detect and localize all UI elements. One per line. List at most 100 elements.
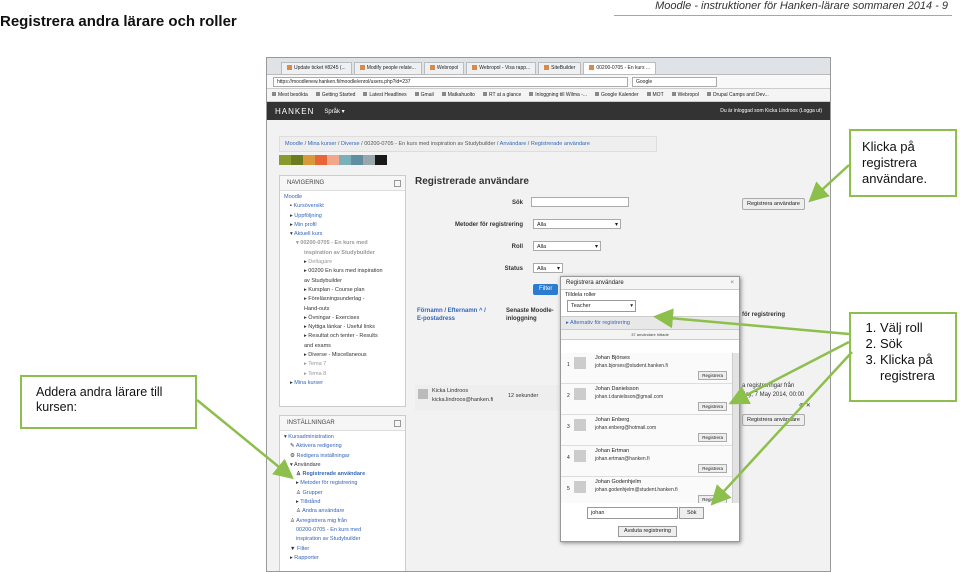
- browser-tab[interactable]: Update ticket #8245 (...: [281, 62, 352, 74]
- settings-item[interactable]: ♙ Grupper: [284, 489, 401, 498]
- minimize-icon[interactable]: [394, 180, 401, 187]
- bookmark[interactable]: Gmail: [415, 92, 434, 98]
- settings-item[interactable]: ▼ Filter: [284, 545, 401, 554]
- browser-search-input[interactable]: Google: [632, 76, 717, 87]
- bookmark[interactable]: Matkahuolto: [442, 92, 475, 98]
- bookmark[interactable]: Webropol: [672, 92, 699, 98]
- enrol-method-select[interactable]: Alla: [533, 219, 621, 230]
- settings-item[interactable]: ♙ Avregistrera mig från: [284, 517, 401, 526]
- role-select[interactable]: Alla: [533, 241, 601, 252]
- settings-item[interactable]: ✎ Aktivera redigering: [284, 442, 401, 451]
- nav-item[interactable]: ▪ Kursöversikt: [284, 202, 401, 211]
- settings-item[interactable]: ▸ Rapporter: [284, 554, 401, 563]
- settings-item[interactable]: ▾ Kursadministration: [284, 433, 401, 442]
- bookmark[interactable]: Drupal Camps and Dev...: [707, 92, 769, 98]
- enrolment-options-toggle[interactable]: ▸ Alternativ för registrering: [561, 316, 739, 330]
- close-icon[interactable]: ×: [730, 277, 734, 289]
- registrera-button[interactable]: Registrera: [698, 402, 727, 411]
- column-header-name[interactable]: Förnamn / Efternamn ^ / E-postadress: [417, 307, 486, 323]
- browser-tab[interactable]: SiteBuilder: [538, 62, 582, 74]
- dialog-search-button[interactable]: Sök: [679, 507, 705, 519]
- nav-item[interactable]: ▸ Tema 7: [284, 360, 401, 369]
- nav-item[interactable]: ▾ Aktuell kurs: [284, 230, 401, 239]
- registrera-button[interactable]: Registrera: [698, 433, 727, 442]
- breadcrumb-item[interactable]: Diverse: [341, 141, 360, 147]
- breadcrumb-item[interactable]: Användare: [500, 141, 527, 147]
- settings-item[interactable]: ♙ Andra användare: [284, 507, 401, 516]
- settings-item[interactable]: ⚙ Redigera inställningar: [284, 452, 401, 461]
- browser-tab[interactable]: Webropol - Visa rapp...: [466, 62, 537, 74]
- candidate-name: Johan Björses: [595, 355, 630, 361]
- settings-item-registrerade[interactable]: ♙ Registrerade användare: [284, 470, 401, 479]
- settings-item: inspiration av Studybuilder: [296, 536, 361, 543]
- language-menu[interactable]: Språk ▾: [324, 108, 344, 115]
- color-swatch[interactable]: [327, 155, 339, 165]
- breadcrumb-item[interactable]: 00200-0705 - En kurs med inspiration av …: [364, 141, 495, 147]
- bookmark[interactable]: Inloggning till Wilma -...: [529, 92, 587, 98]
- breadcrumb-item[interactable]: Registrerade användare: [531, 141, 590, 147]
- color-swatch[interactable]: [291, 155, 303, 165]
- settings-item[interactable]: ▾ Användare: [284, 461, 401, 470]
- minimize-icon[interactable]: [394, 420, 401, 427]
- nav-item[interactable]: ▸ Tema 8: [284, 370, 401, 379]
- nav-item[interactable]: ▸ Kursplan - Course plan: [284, 286, 401, 295]
- nav-item[interactable]: ▸ Mina kurser: [284, 379, 401, 388]
- bookmark[interactable]: Google Kalender: [595, 92, 639, 98]
- color-swatch[interactable]: [279, 155, 291, 165]
- login-info[interactable]: Du är inloggad som Kicka Lindroos (Logga…: [720, 108, 822, 114]
- nav-item[interactable]: ▸ Min profil: [284, 221, 401, 230]
- nav-item[interactable]: ▸ Föreläsningsunderlag -: [284, 295, 401, 304]
- scrollbar[interactable]: [732, 353, 739, 503]
- registrera-button[interactable]: Registrera: [698, 464, 727, 473]
- browser-tab-active[interactable]: 00200-0705 - En kurs ...: [583, 62, 657, 74]
- color-swatch[interactable]: [351, 155, 363, 165]
- breadcrumb-item[interactable]: Mina kurser: [308, 141, 337, 147]
- nav-item[interactable]: ▸ 00200 En kurs med inspiration: [284, 267, 401, 276]
- settings-item[interactable]: ▸ Tillstånd: [284, 498, 401, 507]
- nav-item[interactable]: Moodle: [284, 193, 401, 202]
- registrera-button[interactable]: Registrera: [698, 495, 727, 503]
- moodle-navbar: HANKEN Språk ▾ Du är inloggad som Kicka …: [267, 102, 830, 120]
- search-input[interactable]: [531, 197, 629, 207]
- breadcrumb: Moodle / Mina kurser / Diverse / 00200-0…: [279, 136, 657, 152]
- registrera-button[interactable]: Registrera: [698, 371, 727, 380]
- color-swatch[interactable]: [303, 155, 315, 165]
- site-brand[interactable]: HANKEN: [275, 107, 314, 116]
- filter-button[interactable]: Filter: [533, 284, 559, 295]
- breadcrumb-item[interactable]: Moodle: [285, 141, 303, 147]
- bookmark[interactable]: RT at a glance: [483, 92, 521, 98]
- avatar: [574, 388, 586, 400]
- registrera-anvandare-button-2[interactable]: Registrera användare: [742, 414, 805, 426]
- browser-tab[interactable]: Webropol: [423, 62, 465, 74]
- enrolment-actions[interactable]: ⊕ ✕: [799, 402, 811, 409]
- bookmark[interactable]: MOT: [647, 92, 664, 98]
- assign-role-select[interactable]: Teacher: [567, 300, 636, 312]
- role-label: Roll: [511, 244, 523, 250]
- color-swatch[interactable]: [363, 155, 375, 165]
- nav-item[interactable]: ▸ Resultat och tenter - Results: [284, 332, 401, 341]
- browser-tab[interactable]: Modify people relate...: [353, 62, 422, 74]
- dialog-search-input[interactable]: johan: [587, 507, 678, 519]
- url-input[interactable]: https://moodlenew.hanken.fi/moodle/enrol…: [273, 76, 628, 87]
- status-select[interactable]: Alla: [533, 263, 563, 274]
- column-header-lastlogin[interactable]: Senaste Moodle-inloggning: [506, 307, 554, 323]
- bookmark[interactable]: Getting Started: [316, 92, 356, 98]
- bookmark[interactable]: Mest besökta: [272, 92, 308, 98]
- nav-item[interactable]: ▸ Diverse - Miscellaneous: [284, 351, 401, 360]
- registrera-anvandare-button[interactable]: Registrera användare: [742, 198, 805, 210]
- settings-item[interactable]: ▸ Metoder för registrering: [284, 479, 401, 488]
- nav-item[interactable]: ▸ Deltagare: [284, 258, 401, 267]
- settings-block: INSTÄLLNINGAR ▾ Kursadministration ✎ Akt…: [279, 415, 406, 571]
- nav-item[interactable]: ▾ 00200-0705 - En kurs med: [284, 239, 401, 248]
- color-swatch[interactable]: [339, 155, 351, 165]
- nav-item[interactable]: ▸ Nyttiga länkar - Useful links: [284, 323, 401, 332]
- nav-item[interactable]: ▸ Uppföljning: [284, 212, 401, 221]
- bookmark[interactable]: Latest Headlines: [363, 92, 406, 98]
- candidate-row: 1 Johan Björses johan.bjorses@student.hank…: [561, 353, 733, 384]
- color-swatch[interactable]: [375, 155, 387, 165]
- user-name[interactable]: Kicka Lindroos: [432, 387, 468, 395]
- finish-enrolment-button[interactable]: Avsluta registrering: [618, 526, 677, 537]
- candidate-row: 3 Johan Enberg johan.enberg@hotmail.com Reg…: [561, 415, 733, 446]
- color-swatch[interactable]: [315, 155, 327, 165]
- nav-item[interactable]: ▸ Övningar - Exercises: [284, 314, 401, 323]
